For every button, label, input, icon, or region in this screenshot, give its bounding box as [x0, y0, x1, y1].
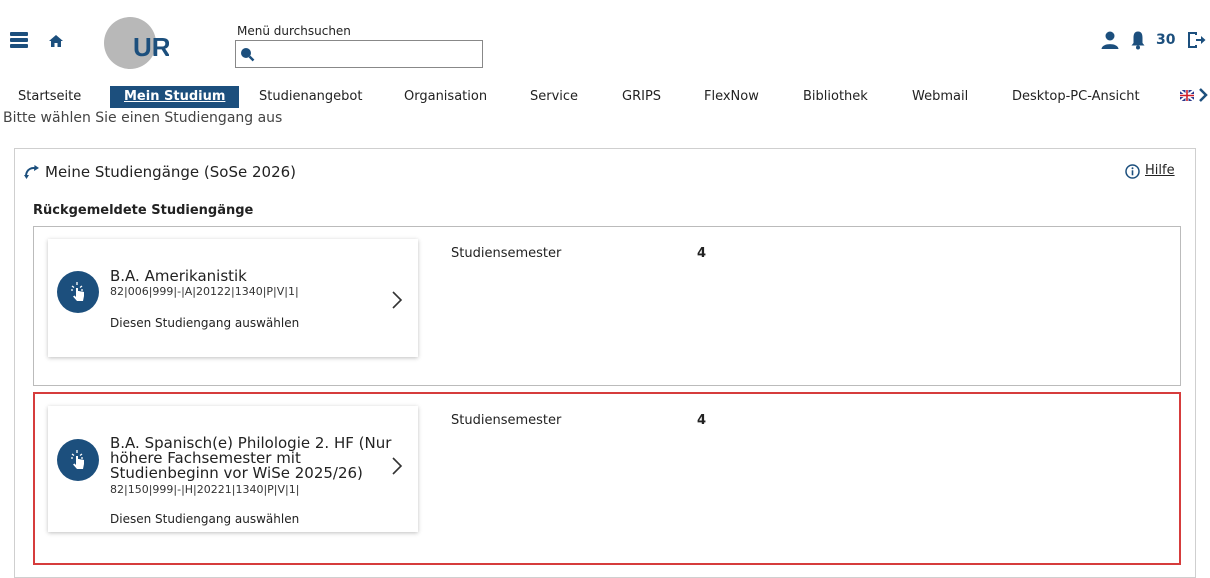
- chevron-right-icon[interactable]: [391, 456, 403, 476]
- nav-item-service[interactable]: Service: [530, 86, 578, 108]
- user-tools: 30: [1030, 30, 1210, 54]
- meta-value: 4: [697, 413, 707, 428]
- switch-arrows-icon: [24, 165, 39, 179]
- top-bar: UR Menü durchsuchen 30: [0, 0, 1210, 80]
- meta-label: Studiensemester: [451, 413, 562, 428]
- section-title: Rückgemeldete Studiengänge: [33, 203, 254, 218]
- nav-item-flexnow[interactable]: FlexNow: [704, 86, 759, 108]
- course-title-line: Studienbeginn vor WiSe 2025/26): [110, 464, 363, 482]
- nav-item-startseite[interactable]: Startseite: [18, 86, 81, 108]
- meta-label: Studiensemester: [451, 246, 562, 261]
- search-input[interactable]: [235, 40, 483, 68]
- course-select-link[interactable]: Diesen Studiengang auswählen: [110, 316, 299, 330]
- nav-item-grips[interactable]: GRIPS: [622, 86, 661, 108]
- chevron-right-icon[interactable]: [391, 290, 403, 310]
- logout-icon[interactable]: [1186, 30, 1206, 50]
- nav-item-desktop-pc-ansicht[interactable]: Desktop-PC-Ansicht: [1012, 86, 1140, 108]
- nav-item-studienangebot[interactable]: Studienangebot: [259, 86, 362, 108]
- bell-icon[interactable]: [1130, 30, 1146, 50]
- user-icon[interactable]: [1100, 30, 1120, 50]
- course-card[interactable]: B.A. Spanisch(e) Philologie 2. HF (Nur h…: [48, 406, 418, 532]
- chevron-right-icon[interactable]: [1198, 86, 1208, 104]
- search-icon: [241, 48, 255, 62]
- home-icon[interactable]: [48, 33, 64, 49]
- search-label: Menü durchsuchen: [237, 24, 351, 38]
- nav-item-mein-studium[interactable]: Mein Studium: [110, 86, 240, 108]
- tap-icon: [57, 439, 99, 481]
- course-code: 82|006|999|-|A|20122|1340|P|V|1|: [110, 285, 299, 298]
- tap-icon: [57, 271, 99, 313]
- course-title: B.A. Amerikanistik: [110, 267, 247, 285]
- help-link[interactable]: Hilfe: [1145, 163, 1175, 178]
- menu-icon[interactable]: [10, 32, 28, 48]
- nav-item-webmail[interactable]: Webmail: [912, 86, 968, 108]
- course-code: 82|150|999|-|H|20221|1340|P|V|1|: [110, 483, 300, 496]
- course-card[interactable]: B.A. Amerikanistik 82|006|999|-|A|20122|…: [48, 239, 418, 357]
- page-title: Bitte wählen Sie einen Studiengang aus: [3, 110, 283, 126]
- notification-count: 30: [1156, 32, 1176, 48]
- course-select-link[interactable]: Diesen Studiengang auswählen: [110, 512, 299, 526]
- info-icon[interactable]: [1125, 164, 1140, 179]
- main-nav: Startseite Mein Studium Studienangebot O…: [0, 84, 1210, 109]
- svg-text:UR: UR: [133, 32, 169, 62]
- meta-value: 4: [697, 246, 707, 261]
- panel-title: Meine Studiengänge (SoSe 2026): [45, 163, 297, 181]
- nav-item-organisation[interactable]: Organisation: [404, 86, 487, 108]
- flag-icon[interactable]: [1180, 90, 1194, 101]
- university-logo[interactable]: UR: [103, 16, 169, 70]
- nav-item-bibliothek[interactable]: Bibliothek: [803, 86, 868, 108]
